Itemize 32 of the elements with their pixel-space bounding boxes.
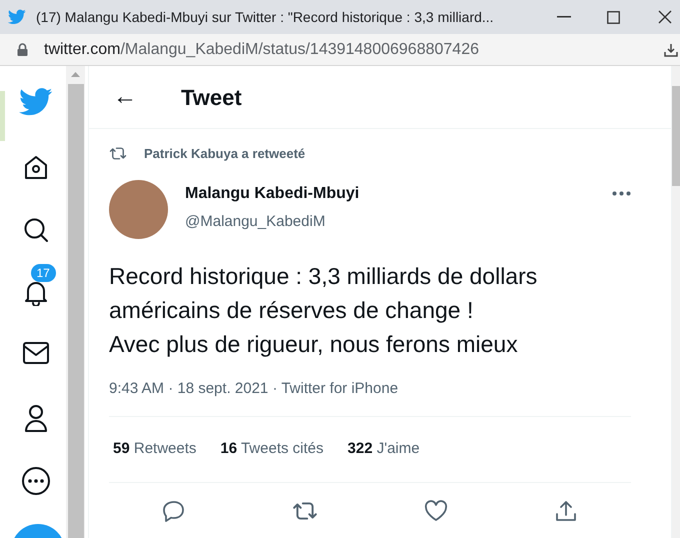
reply-icon[interactable] <box>162 499 186 523</box>
more-options-icon[interactable] <box>612 190 631 196</box>
bird-logo-icon[interactable] <box>18 88 52 116</box>
scrollbar[interactable] <box>672 66 680 538</box>
url-text[interactable]: twitter.com/Malangu_KabediM/status/1439148006968807426 <box>44 38 479 62</box>
stat-link[interactable]: 16 Tweets cités <box>220 438 324 461</box>
minimize-icon[interactable] <box>557 16 571 18</box>
download-icon[interactable] <box>664 42 678 56</box>
scrollbar[interactable] <box>66 66 85 538</box>
retweet-icon[interactable] <box>292 500 318 522</box>
more-icon[interactable] <box>20 466 50 496</box>
tweet-meta: 9:43 AM · 18 sept. 2021 · Twitter for iPhone <box>109 378 400 398</box>
stat-link[interactable]: 59 Retweets <box>113 438 196 461</box>
back-button[interactable]: ← <box>113 85 137 109</box>
lock-icon <box>17 43 28 56</box>
bird-icon <box>8 9 26 25</box>
retweeted-by-text[interactable]: Patrick Kabuya a retweeté <box>144 144 306 164</box>
page-title: Tweet <box>181 84 242 112</box>
share-icon[interactable] <box>554 499 578 523</box>
notification-badge: 17 <box>30 264 56 282</box>
heart-icon[interactable] <box>424 500 448 522</box>
author-name[interactable]: Malangu Kabedi-Mbuyi <box>185 182 360 206</box>
scrollbar-thumb[interactable] <box>672 86 680 186</box>
stat-link[interactable]: 322 J'aime <box>348 438 420 461</box>
search-icon[interactable] <box>22 216 50 244</box>
retweet-icon <box>109 146 127 162</box>
author-handle[interactable]: @Malangu_KabediM <box>185 210 360 233</box>
close-icon[interactable] <box>658 10 672 24</box>
mail-icon[interactable] <box>22 340 50 366</box>
window-title: (17) Malangu Kabedi-Mbuyi sur Twitter : "Record historique : 3,3 milliard... <box>36 8 494 27</box>
tweet-text: Record historique : 3,3 milliards de dollars américains de réserves de change ! Avec plus de rigueur, nous ferons mieux <box>109 262 538 359</box>
maximize-icon[interactable] <box>607 10 620 24</box>
